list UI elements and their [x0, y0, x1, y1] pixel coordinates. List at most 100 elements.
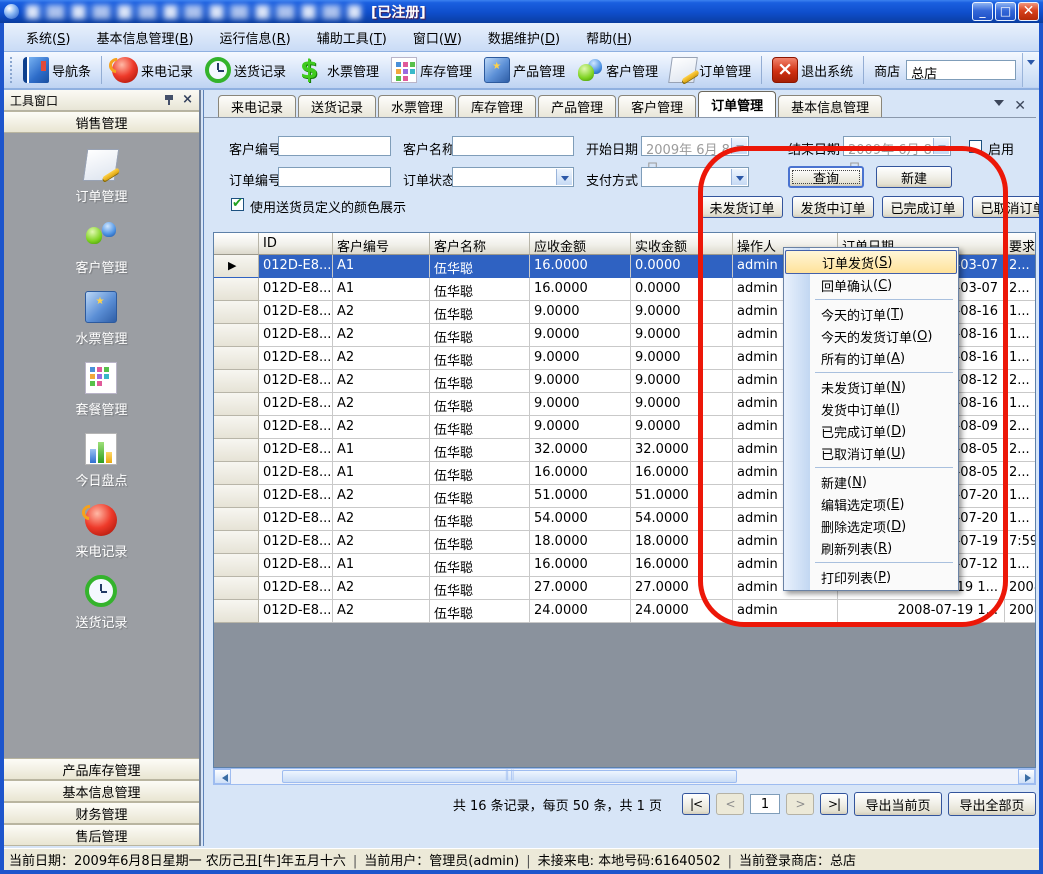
customer-no-input[interactable]: [278, 136, 391, 156]
context-menu-item[interactable]: 已取消订单(U): [785, 442, 957, 464]
col-header-received[interactable]: 实收金额: [631, 233, 733, 255]
prev-page-button[interactable]: <: [716, 793, 744, 815]
tab[interactable]: 基本信息管理: [778, 95, 882, 117]
row-header-cell[interactable]: [214, 462, 259, 485]
context-menu-item[interactable]: 已完成订单(D): [785, 420, 957, 442]
col-header-receivable[interactable]: 应收金额: [530, 233, 631, 255]
sidebar-section[interactable]: 财务管理: [4, 802, 199, 824]
context-menu-item[interactable]: 删除选定项(D): [785, 515, 957, 537]
toolbar-grip[interactable]: [10, 57, 14, 83]
col-header-id[interactable]: ID: [259, 233, 333, 255]
close-button[interactable]: ✕: [1018, 2, 1039, 21]
row-header-cell[interactable]: [214, 531, 259, 554]
scrollbar-thumb[interactable]: [282, 770, 737, 783]
tab-overflow-icon[interactable]: [994, 100, 1004, 111]
row-header-cell[interactable]: [214, 508, 259, 531]
menu-item[interactable]: 系统(S): [14, 25, 82, 50]
order-status-select[interactable]: [452, 167, 574, 187]
export-all-pages-button[interactable]: 导出全部页: [948, 792, 1036, 816]
sidebar-item[interactable]: 今日盘点: [75, 433, 127, 489]
enable-checkbox[interactable]: [969, 140, 982, 153]
toolbar-button[interactable]: 送货记录: [199, 55, 292, 85]
toolbar-button[interactable]: 库存管理: [385, 55, 478, 85]
sidebar-item[interactable]: 套餐管理: [75, 362, 127, 418]
row-header-cell[interactable]: [214, 439, 259, 462]
toolbar-button[interactable]: 产品管理: [478, 55, 571, 85]
context-menu-item[interactable]: 刷新列表(R): [785, 537, 957, 559]
sidebar-section-sales[interactable]: 销售管理: [4, 111, 199, 133]
row-header-cell[interactable]: [214, 301, 259, 324]
row-header-cell[interactable]: [214, 554, 259, 577]
sidebar-section[interactable]: 基本信息管理: [4, 780, 199, 802]
row-header-cell[interactable]: [214, 600, 259, 623]
sidebar-item[interactable]: 水票管理: [75, 291, 127, 347]
row-header-cell[interactable]: [214, 577, 259, 600]
menu-item[interactable]: 窗口(W): [401, 25, 474, 50]
scroll-right-arrow[interactable]: [1018, 769, 1035, 784]
delivery-color-checkbox[interactable]: [231, 198, 244, 211]
context-menu-item[interactable]: 未发货订单(N): [785, 376, 957, 398]
context-menu-item[interactable]: 编辑选定项(E): [785, 493, 957, 515]
context-menu-item[interactable]: 发货中订单(I): [785, 398, 957, 420]
horizontal-scrollbar[interactable]: [213, 768, 1036, 785]
tab[interactable]: 库存管理: [458, 95, 536, 117]
toolbar-button[interactable]: 订单管理: [664, 55, 757, 85]
tab[interactable]: 送货记录: [298, 95, 376, 117]
start-date-picker[interactable]: 2009年 6月 8日: [641, 136, 749, 156]
row-header-cell[interactable]: [214, 324, 259, 347]
minimize-button[interactable]: _: [972, 2, 993, 21]
tab[interactable]: 客户管理: [618, 95, 696, 117]
toolbar-button[interactable]: 水票管理: [292, 55, 385, 85]
tab[interactable]: 订单管理: [698, 91, 776, 117]
sidebar-item[interactable]: 客户管理: [75, 220, 127, 276]
toolbar-button[interactable]: 来电记录: [106, 55, 199, 85]
context-menu-item[interactable]: 今天的发货订单(O): [785, 325, 957, 347]
status-filter-shipping[interactable]: 发货中订单: [792, 196, 874, 218]
menu-item[interactable]: 运行信息(R): [208, 25, 303, 50]
page-number-input[interactable]: 1: [750, 794, 780, 814]
pay-method-select[interactable]: [641, 167, 749, 187]
scroll-left-arrow[interactable]: [214, 769, 231, 784]
end-date-picker[interactable]: 2009年 6月 8日: [843, 136, 951, 156]
sidebar-section[interactable]: 产品库存管理: [4, 758, 199, 780]
last-page-button[interactable]: >|: [820, 793, 848, 815]
menu-item[interactable]: 帮助(H): [574, 25, 644, 50]
context-menu-item[interactable]: 今天的订单(T): [785, 303, 957, 325]
shop-select[interactable]: 总店: [906, 60, 1016, 80]
row-header-cell[interactable]: [214, 393, 259, 416]
status-filter-unshipped[interactable]: 未发货订单: [701, 196, 783, 218]
context-menu-item[interactable]: 打印列表(P): [785, 566, 957, 588]
sidebar-item[interactable]: 订单管理: [75, 149, 127, 205]
exit-system-button[interactable]: 退出系统: [766, 55, 859, 85]
tab[interactable]: 产品管理: [538, 95, 616, 117]
customer-name-input[interactable]: [452, 136, 574, 156]
maximize-button[interactable]: □: [995, 2, 1016, 21]
status-filter-completed[interactable]: 已完成订单: [882, 196, 964, 218]
menu-item[interactable]: 基本信息管理(B): [84, 25, 205, 50]
col-header-customer-name[interactable]: 客户名称: [430, 233, 530, 255]
status-filter-cancelled[interactable]: 已取消订单: [972, 196, 1043, 218]
menu-item[interactable]: 辅助工具(T): [305, 25, 399, 50]
toolbar-navbar-button[interactable]: 导航条: [17, 55, 97, 85]
row-header-cell[interactable]: [214, 278, 259, 301]
tab[interactable]: 水票管理: [378, 95, 456, 117]
next-page-button[interactable]: >: [786, 793, 814, 815]
menu-item[interactable]: 数据维护(D): [476, 25, 572, 50]
tab[interactable]: 来电记录: [218, 95, 296, 117]
context-menu-item[interactable]: 所有的订单(A): [785, 347, 957, 369]
row-header-cell[interactable]: [214, 485, 259, 508]
context-menu-item[interactable]: 回单确认(C): [785, 274, 957, 296]
tab-close-icon[interactable]: ✕: [1014, 101, 1026, 111]
export-current-page-button[interactable]: 导出当前页: [854, 792, 942, 816]
context-menu-item[interactable]: 订单发货(S): [785, 250, 957, 274]
row-header-cell[interactable]: [214, 347, 259, 370]
sidebar-section[interactable]: 售后管理: [4, 824, 199, 846]
table-row[interactable]: 012D-E8... A2 伍华聪 24.0000 24.0000 admin …: [214, 600, 1036, 623]
row-header-cell[interactable]: [214, 255, 259, 278]
toolbar-button[interactable]: 客户管理: [571, 55, 664, 85]
sidebar-item[interactable]: 送货记录: [75, 575, 127, 631]
col-header-required-date[interactable]: 要求到货日期: [1005, 233, 1036, 255]
query-button[interactable]: 查询: [788, 166, 864, 188]
new-button[interactable]: 新建: [876, 166, 952, 188]
row-header-cell[interactable]: [214, 416, 259, 439]
